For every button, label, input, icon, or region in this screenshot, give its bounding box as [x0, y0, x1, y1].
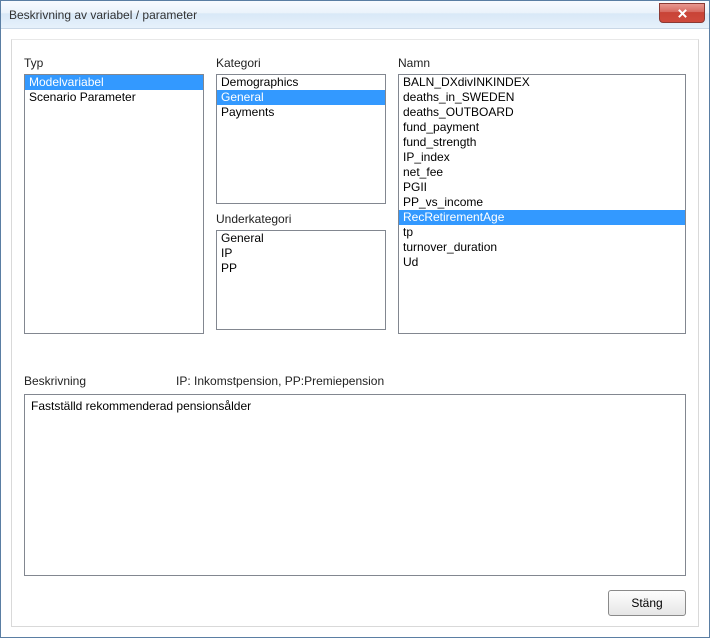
- footer: Stäng: [24, 586, 686, 616]
- list-item[interactable]: BALN_DXdivINKINDEX: [399, 75, 685, 90]
- listbox-namn[interactable]: BALN_DXdivINKINDEXdeaths_in_SWEDENdeaths…: [398, 74, 686, 334]
- list-item[interactable]: Payments: [217, 105, 385, 120]
- list-item[interactable]: Ud: [399, 255, 685, 270]
- list-item[interactable]: fund_payment: [399, 120, 685, 135]
- col-typ: Typ ModelvariabelScenario Parameter: [24, 56, 204, 346]
- listbox-kategori[interactable]: DemographicsGeneralPayments: [216, 74, 386, 204]
- list-item[interactable]: Modelvariabel: [25, 75, 203, 90]
- description-box[interactable]: Fastställd rekommenderad pensionsålder: [24, 394, 686, 576]
- close-button[interactable]: Stäng: [608, 590, 686, 616]
- main-panel: Typ ModelvariabelScenario Parameter Kate…: [11, 39, 699, 627]
- dialog-window: Beskrivning av variabel / parameter Typ …: [0, 0, 710, 638]
- list-item[interactable]: fund_strength: [399, 135, 685, 150]
- listbox-typ[interactable]: ModelvariabelScenario Parameter: [24, 74, 204, 334]
- close-window-button[interactable]: [659, 3, 705, 23]
- col-kategori: Kategori DemographicsGeneralPayments Und…: [216, 56, 386, 346]
- description-hint: IP: Inkomstpension, PP:Premiepension: [176, 374, 384, 388]
- label-kategori: Kategori: [216, 56, 386, 70]
- list-item[interactable]: IP: [217, 246, 385, 261]
- list-item[interactable]: Scenario Parameter: [25, 90, 203, 105]
- list-item[interactable]: General: [217, 90, 385, 105]
- list-item[interactable]: deaths_in_SWEDEN: [399, 90, 685, 105]
- list-item[interactable]: General: [217, 231, 385, 246]
- label-typ: Typ: [24, 56, 204, 70]
- list-item[interactable]: RecRetirementAge: [399, 210, 685, 225]
- col-namn: Namn BALN_DXdivINKINDEXdeaths_in_SWEDENd…: [398, 56, 686, 346]
- label-namn: Namn: [398, 56, 686, 70]
- list-item[interactable]: deaths_OUTBOARD: [399, 105, 685, 120]
- close-icon: [677, 8, 688, 19]
- window-title: Beskrivning av variabel / parameter: [9, 8, 197, 22]
- list-item[interactable]: PP_vs_income: [399, 195, 685, 210]
- label-beskrivning: Beskrivning: [24, 374, 86, 388]
- listbox-underkategori[interactable]: GeneralIPPP: [216, 230, 386, 330]
- titlebar: Beskrivning av variabel / parameter: [1, 1, 709, 29]
- list-item[interactable]: Demographics: [217, 75, 385, 90]
- description-text: Fastställd rekommenderad pensionsålder: [31, 399, 251, 413]
- description-header-row: Beskrivning IP: Inkomstpension, PP:Premi…: [24, 374, 686, 388]
- content-area: Typ ModelvariabelScenario Parameter Kate…: [1, 29, 709, 637]
- list-item[interactable]: tp: [399, 225, 685, 240]
- list-item[interactable]: IP_index: [399, 150, 685, 165]
- list-item[interactable]: turnover_duration: [399, 240, 685, 255]
- label-underkategori: Underkategori: [216, 212, 386, 226]
- list-item[interactable]: net_fee: [399, 165, 685, 180]
- list-item[interactable]: PP: [217, 261, 385, 276]
- list-item[interactable]: PGII: [399, 180, 685, 195]
- columns: Typ ModelvariabelScenario Parameter Kate…: [24, 56, 686, 346]
